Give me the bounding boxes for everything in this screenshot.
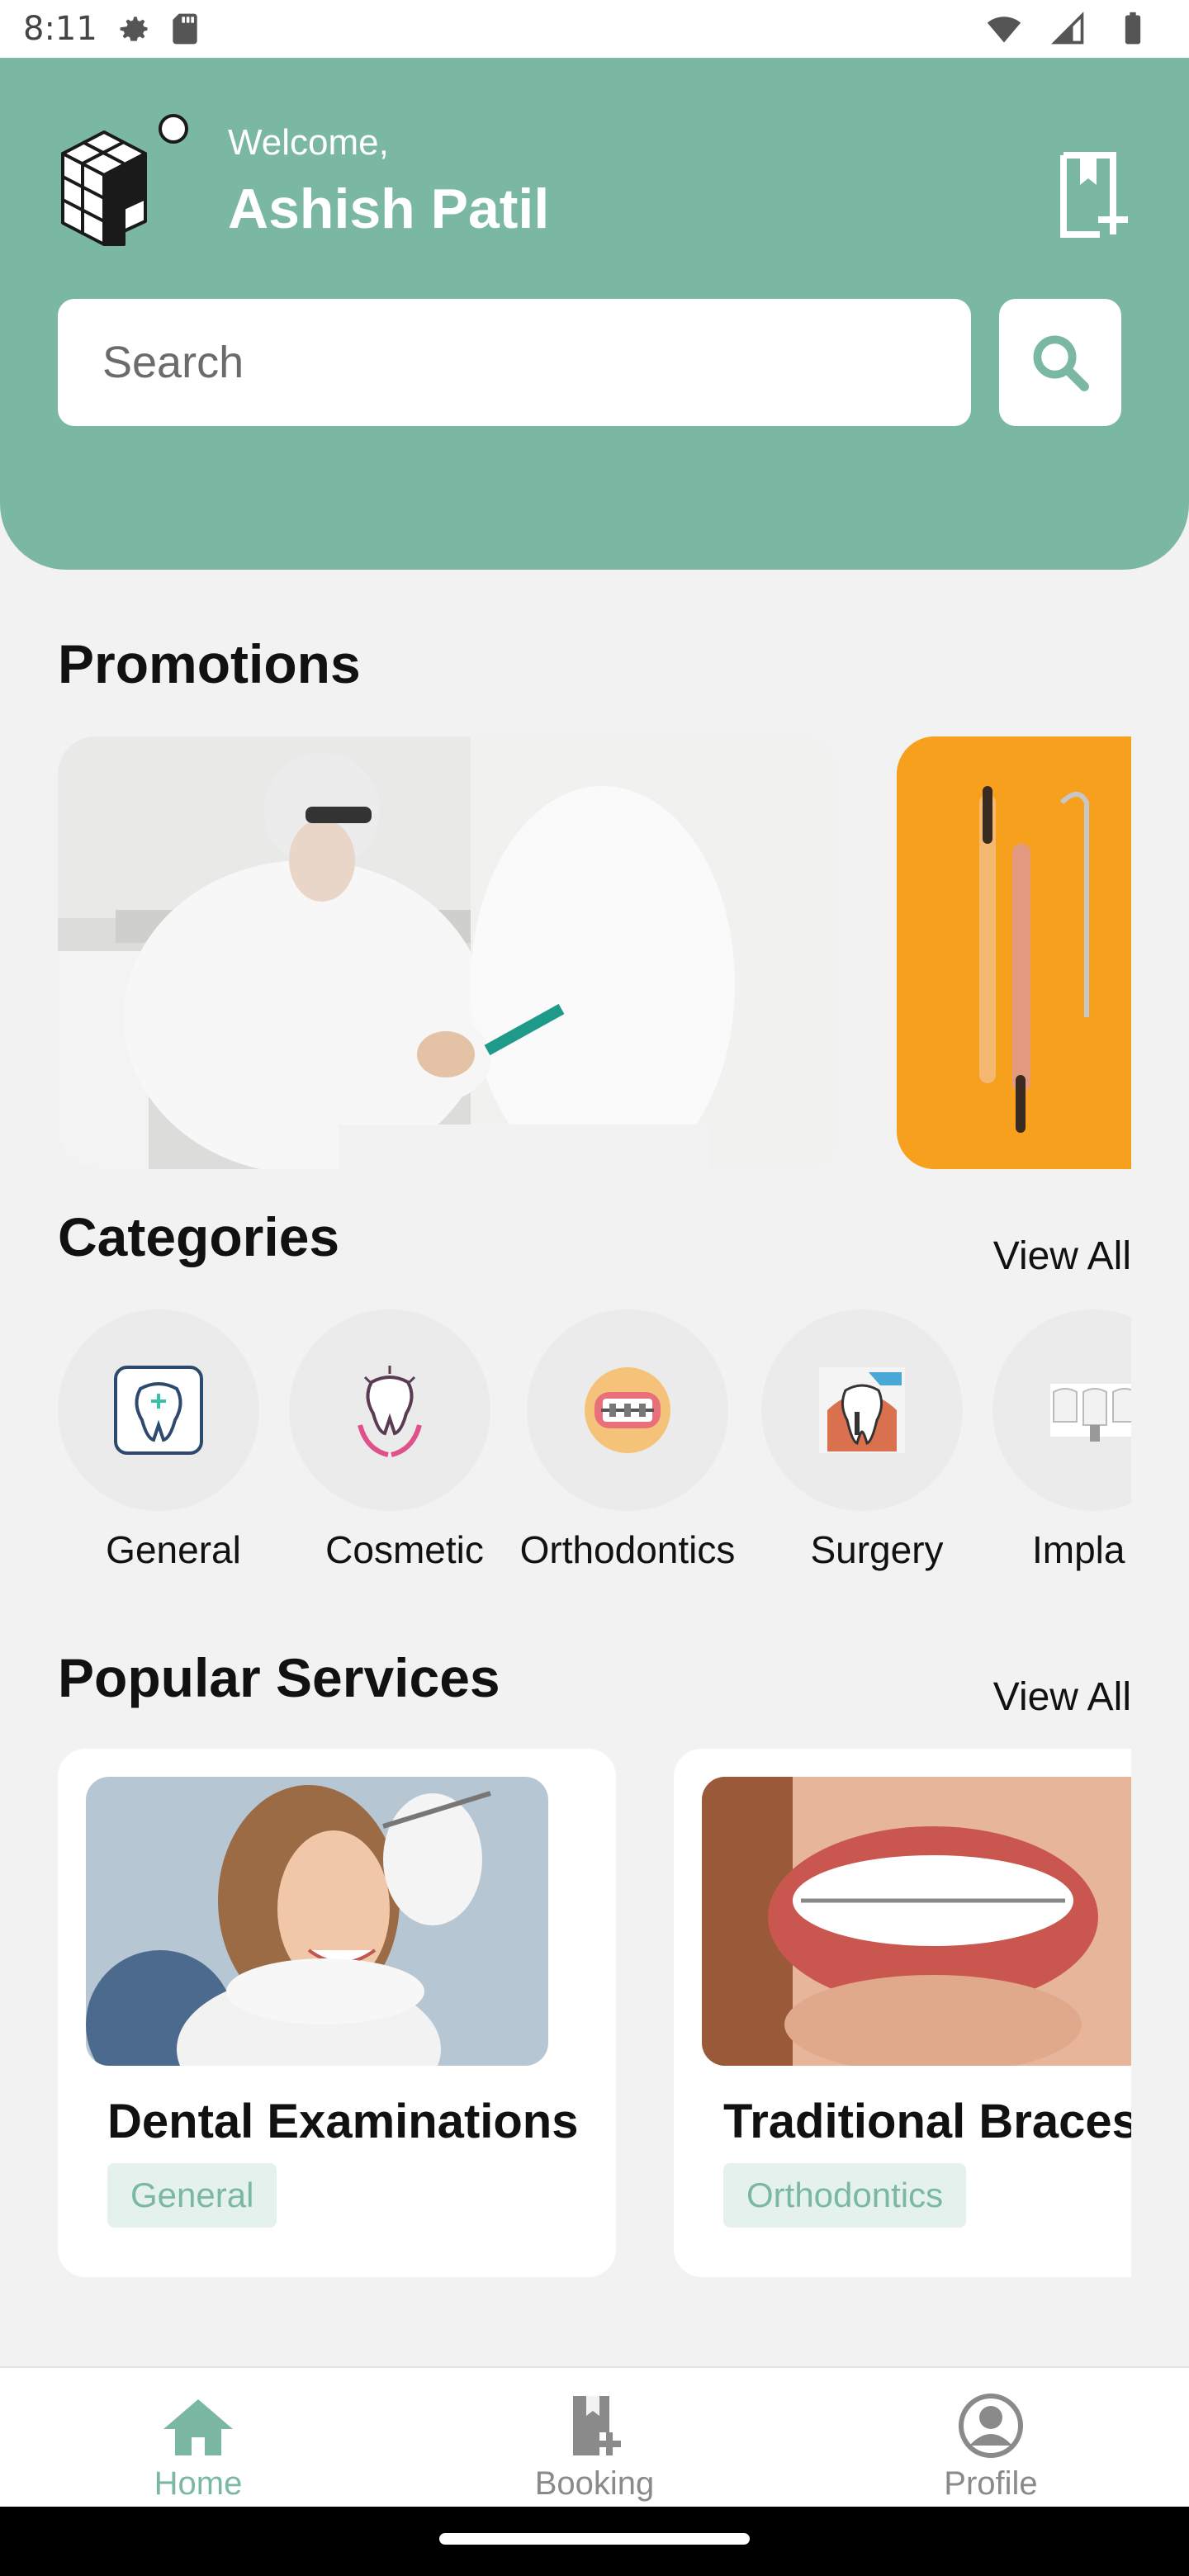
- battery-icon: [1125, 12, 1141, 45]
- nav-home-label: Home: [154, 2465, 243, 2502]
- nav-profile-label: Profile: [944, 2465, 1038, 2502]
- category-general-label: General: [106, 1528, 241, 1571]
- category-cosmetic[interactable]: [289, 1309, 490, 1511]
- services-view-all[interactable]: View All: [993, 1674, 1131, 1720]
- nav-booking-label: Booking: [534, 2465, 655, 2502]
- booking-icon: [573, 2396, 621, 2455]
- promotions-title: Promotions: [58, 633, 361, 694]
- home-icon: [163, 2399, 233, 2455]
- category-orthodontics-label: Orthodontics: [519, 1528, 736, 1571]
- service-name: Dental Examinations: [107, 2095, 579, 2148]
- category-surgery[interactable]: [761, 1309, 963, 1511]
- scroll-clip: [1131, 1734, 1189, 2295]
- status-bar: 8:11: [0, 0, 1189, 58]
- category-general[interactable]: [58, 1309, 259, 1511]
- nav-profile[interactable]: Profile: [867, 2368, 1115, 2508]
- nav-booking[interactable]: Booking: [471, 2368, 718, 2508]
- scroll-clip: [1131, 1238, 1189, 1618]
- popular-services-title: Popular Services: [58, 1647, 500, 1708]
- nav-home[interactable]: Home: [74, 2368, 322, 2508]
- promo-banner-toothbrush[interactable]: [897, 736, 1131, 1169]
- service-card-dental-examinations[interactable]: Dental Examinations General: [58, 1749, 616, 2277]
- profile-icon: [959, 2394, 1023, 2458]
- category-cosmetic-label: Cosmetic: [325, 1528, 484, 1571]
- tooth-plus-icon: [114, 1366, 203, 1455]
- promo-banner-dentist[interactable]: [58, 736, 839, 1169]
- search-input[interactable]: Search: [58, 299, 971, 426]
- service-name: Traditional Braces: [723, 2095, 1139, 2148]
- app-logo: [61, 114, 188, 246]
- search-button[interactable]: [999, 299, 1121, 426]
- settings-icon: [120, 17, 148, 41]
- toothbrush-photo: [897, 736, 1131, 1169]
- cell-signal-icon: [1051, 12, 1084, 45]
- categories-title: Categories: [58, 1206, 340, 1267]
- categories-view-all[interactable]: View All: [993, 1234, 1131, 1279]
- search-icon: [1033, 335, 1089, 391]
- dentist-photo: [58, 736, 839, 1169]
- category-orthodontics[interactable]: [527, 1309, 728, 1511]
- sd-card-icon: [173, 13, 197, 45]
- gesture-handle[interactable]: [439, 2533, 750, 2545]
- service-tag: Orthodontics: [723, 2163, 967, 2228]
- tooth-surgery-icon: [819, 1367, 905, 1453]
- welcome-text: Welcome,: [228, 122, 389, 163]
- status-time: 8:11: [23, 10, 97, 48]
- bottom-navigation: Home Booking Profile: [0, 2366, 1189, 2507]
- wifi-icon: [987, 17, 1021, 43]
- service-image-examination: [86, 1777, 548, 2066]
- search-placeholder: Search: [102, 338, 244, 387]
- service-image-braces: [702, 1777, 1189, 2066]
- braces-icon: [585, 1367, 670, 1453]
- service-tag: General: [107, 2163, 277, 2228]
- user-name: Ashish Patil: [228, 178, 550, 240]
- service-card-traditional-braces[interactable]: Traditional Braces Orthodontics: [674, 1749, 1189, 2277]
- add-booking-icon[interactable]: [1057, 149, 1131, 239]
- sparkling-tooth-icon: [358, 1366, 422, 1457]
- category-surgery-label: Surgery: [810, 1528, 944, 1571]
